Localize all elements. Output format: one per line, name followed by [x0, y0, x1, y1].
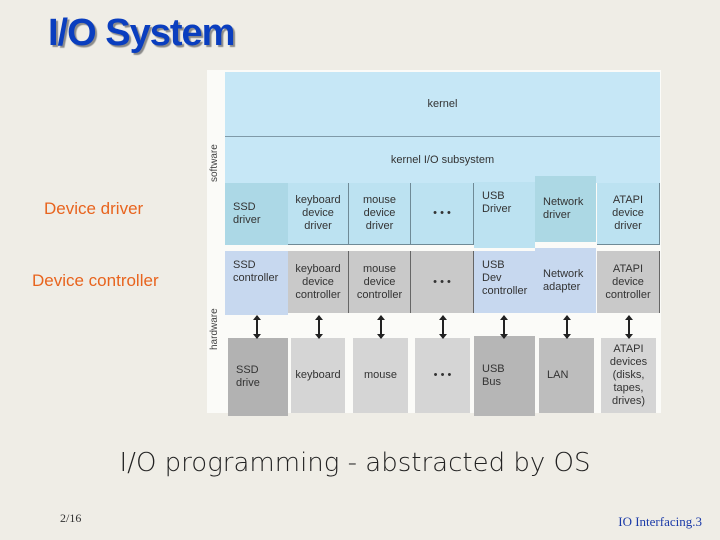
- bidirectional-arrow-icon: [315, 315, 323, 339]
- ssd-driver: SSD driver: [225, 183, 288, 245]
- atapi-driver: ATAPI device driver: [597, 183, 660, 245]
- bidirectional-arrow-icon: [439, 315, 447, 339]
- more-device: • • •: [415, 338, 470, 413]
- kernel-layer: kernel: [225, 72, 660, 137]
- bidirectional-arrow-icon: [500, 315, 508, 339]
- footer-text: IO Interfacing.3: [618, 514, 702, 529]
- device-driver-label: Device driver: [44, 199, 144, 218]
- mouse-controller: mouse device controller: [349, 251, 411, 313]
- bidirectional-arrow-icon: [253, 315, 261, 339]
- usb-device: USB Bus: [474, 336, 535, 416]
- device-controller-label: Device controller: [32, 271, 159, 290]
- atapi-controller: ATAPI device controller: [597, 251, 660, 313]
- software-label: software: [209, 144, 220, 182]
- usb-driver: USB Driver: [474, 182, 535, 248]
- mouse-device: mouse: [353, 338, 408, 413]
- more-controller: • • •: [411, 251, 474, 313]
- keyboard-driver: keyboard device driver: [288, 183, 349, 245]
- ssd-device: SSD drive: [228, 338, 288, 416]
- caption-text: I/O programming - abstracted by OS: [119, 448, 591, 478]
- keyboard-controller: keyboard device controller: [288, 251, 349, 313]
- slide-title: I/O System: [48, 12, 235, 54]
- bidirectional-arrow-icon: [625, 315, 633, 339]
- mouse-driver: mouse device driver: [349, 183, 411, 245]
- bidirectional-arrow-icon: [563, 315, 571, 339]
- bidirectional-arrow-icon: [377, 315, 385, 339]
- atapi-device: ATAPI devices (disks, tapes, drives): [601, 338, 656, 413]
- network-controller: Network adapter: [535, 248, 596, 313]
- keyboard-device: keyboard: [291, 338, 345, 413]
- more-driver: • • •: [411, 183, 474, 245]
- usb-controller: USB Dev controller: [474, 251, 535, 313]
- network-driver: Network driver: [535, 176, 596, 242]
- io-structure-diagram: software hardware kernel kernel I/O subs…: [207, 70, 661, 416]
- page-number: 2/16: [60, 511, 82, 525]
- slide-caption: I/O programming - abstracted by OS: [0, 448, 720, 478]
- ssd-controller: SSD controller: [225, 251, 288, 315]
- network-device: LAN: [539, 338, 594, 413]
- hardware-label: hardware: [209, 308, 220, 350]
